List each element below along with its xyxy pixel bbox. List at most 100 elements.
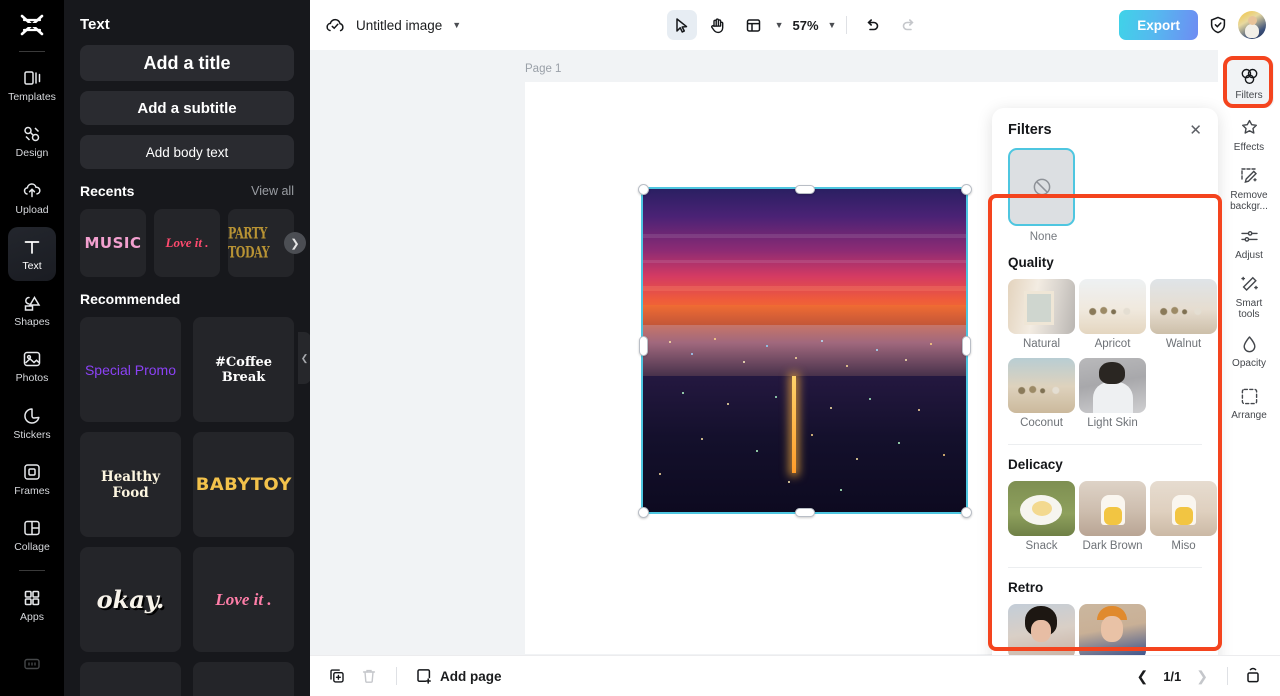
tool-remove-background[interactable]: Remove backgr... <box>1224 162 1274 216</box>
recommended-text-card[interactable]: okay. <box>80 547 181 652</box>
chevron-right-icon[interactable]: ❯ <box>1193 668 1211 685</box>
recent-text-card[interactable]: Love it . <box>154 209 220 277</box>
recommended-text-card[interactable] <box>80 662 181 696</box>
filter-thumbnail <box>1079 358 1146 413</box>
resize-handle-bottom-left[interactable] <box>638 507 649 518</box>
sidebar-item-apps[interactable]: Apps <box>8 577 56 631</box>
sidebar-label: Frames <box>14 484 50 497</box>
filter-option-snack[interactable]: Snack <box>1008 481 1075 557</box>
recents-next-arrow-icon[interactable]: ❯ <box>284 232 306 254</box>
design-icon <box>21 123 43 145</box>
shield-check-icon[interactable] <box>1208 15 1228 35</box>
selected-image-city-night-skyline[interactable] <box>641 187 968 514</box>
left-navigation-rail: Templates Design Upload Text Shapes Phot… <box>0 0 64 696</box>
capcut-logo[interactable] <box>12 8 52 43</box>
undo-button[interactable] <box>857 10 887 40</box>
sidebar-label: Collage <box>14 541 50 554</box>
export-button[interactable]: Export <box>1119 10 1198 40</box>
filter-option-coconut[interactable]: Coconut <box>1008 358 1075 434</box>
recommended-text-card[interactable]: Love it . <box>193 547 294 652</box>
recommended-text-card[interactable]: BABYTOY <box>193 432 294 537</box>
user-avatar[interactable] <box>1238 11 1266 39</box>
sidebar-item-collage[interactable]: Collage <box>8 508 56 562</box>
bottombar-divider-2 <box>1227 667 1228 685</box>
filter-option-apricot[interactable]: Apricot <box>1079 279 1146 355</box>
filter-option-miso[interactable]: Miso <box>1150 481 1217 557</box>
filter-option-dark-brown[interactable]: Dark Brown <box>1079 481 1146 557</box>
zoom-level-value[interactable]: 57% <box>790 18 822 33</box>
text-icon <box>21 236 43 258</box>
select-tool-button[interactable] <box>666 10 697 40</box>
tool-filters[interactable]: Filters <box>1224 58 1274 108</box>
tool-effects[interactable]: Effects <box>1224 110 1274 160</box>
card-label: #Coffee Break <box>214 354 273 385</box>
filters-list[interactable]: Quality Natural Apricot Walnut Coconut L… <box>992 243 1218 655</box>
resize-handle-middle-left[interactable] <box>639 336 648 356</box>
recommended-text-card[interactable] <box>193 662 294 696</box>
delete-page-button[interactable] <box>360 667 378 685</box>
recents-view-all-link[interactable]: View all <box>251 184 294 198</box>
tool-smart-tools[interactable]: Smart tools <box>1224 270 1274 324</box>
sidebar-item-photos[interactable]: Photos <box>8 339 56 393</box>
filters-panel: Filters ✕ None Quality Natural Apricot W… <box>992 108 1218 655</box>
tool-arrange[interactable]: Arrange <box>1224 378 1274 428</box>
resize-handle-top-left[interactable] <box>638 184 649 195</box>
sidebar-label: Design <box>15 147 49 160</box>
document-title[interactable]: Untitled image <box>356 18 442 33</box>
sidebar-item-templates[interactable]: Templates <box>8 58 56 112</box>
tool-adjust[interactable]: Adjust <box>1224 218 1274 268</box>
sidebar-item-stickers[interactable]: Stickers <box>8 396 56 450</box>
chevron-left-icon[interactable]: ❮ <box>1133 668 1151 685</box>
add-body-text-button[interactable]: Add body text <box>80 135 294 169</box>
filter-option-none[interactable] <box>1008 148 1075 226</box>
recommended-text-card[interactable]: Healthy Food <box>80 432 181 537</box>
filter-option-retro-2[interactable] <box>1079 604 1146 655</box>
panel-collapse-handle[interactable]: ❮ <box>298 332 310 384</box>
templates-icon <box>21 67 43 89</box>
sidebar-item-frames[interactable]: Frames <box>8 452 56 506</box>
sidebar-item-upload[interactable]: Upload <box>8 170 56 224</box>
cloud-check-icon[interactable] <box>324 16 346 34</box>
filter-option-retro-1[interactable] <box>1008 604 1075 655</box>
resize-handle-bottom-right[interactable] <box>961 507 972 518</box>
resize-handle-middle-right[interactable] <box>962 336 971 356</box>
add-subtitle-button[interactable]: Add a subtitle <box>80 91 294 125</box>
filter-option-light-skin[interactable]: Light Skin <box>1079 358 1146 434</box>
hand-tool-button[interactable] <box>703 10 733 40</box>
layout-chevron-down-icon[interactable]: ▼ <box>775 20 784 30</box>
filter-thumbnail <box>1008 481 1075 536</box>
none-filter-wrap: None <box>992 146 1218 243</box>
redo-button[interactable] <box>893 10 923 40</box>
close-icon[interactable]: ✕ <box>1189 123 1202 138</box>
recommended-header: Recommended <box>80 291 294 307</box>
timer-button[interactable] <box>1244 667 1262 685</box>
card-label: okay. <box>96 585 165 614</box>
page-label: Page 1 <box>525 63 562 75</box>
zoom-chevron-down-icon[interactable]: ▼ <box>828 20 837 30</box>
filter-option-walnut[interactable]: Walnut <box>1150 279 1217 355</box>
filter-option-natural[interactable]: Natural <box>1008 279 1075 355</box>
sidebar-item-overflow[interactable] <box>8 640 56 694</box>
sidebar-item-text[interactable]: Text <box>8 226 56 281</box>
resize-handle-top-right[interactable] <box>961 184 972 195</box>
filter-grid-delicacy: Snack Dark Brown Miso <box>1008 481 1217 557</box>
recommended-text-card[interactable]: #Coffee Break <box>193 317 294 422</box>
tool-opacity[interactable]: Opacity <box>1224 326 1274 376</box>
filter-thumbnail <box>1079 481 1146 536</box>
layout-tool-button[interactable] <box>739 10 769 40</box>
recommended-text-card[interactable]: Special Promo <box>80 317 181 422</box>
sidebar-item-shapes[interactable]: Shapes <box>8 283 56 337</box>
sidebar-item-design[interactable]: Design <box>8 114 56 168</box>
chevron-down-icon[interactable]: ▼ <box>452 20 461 30</box>
duplicate-page-button[interactable] <box>328 667 346 685</box>
canvas-area[interactable]: Page 1 Filters ✕ None Quality Natural Ap… <box>310 50 1280 655</box>
resize-handle-top-center[interactable] <box>795 185 815 194</box>
rail-divider <box>19 50 45 52</box>
filter-grid-quality: Natural Apricot Walnut Coconut Light Ski… <box>1008 279 1217 434</box>
recent-text-card[interactable]: MUSIC <box>80 209 146 277</box>
add-page-button[interactable]: Add page <box>415 667 502 685</box>
bottombar-right: ❮ 1/1 ❯ <box>1133 667 1262 685</box>
tool-label: Opacity <box>1232 357 1266 369</box>
resize-handle-bottom-center[interactable] <box>795 508 815 517</box>
add-title-button[interactable]: Add a title <box>80 45 294 81</box>
